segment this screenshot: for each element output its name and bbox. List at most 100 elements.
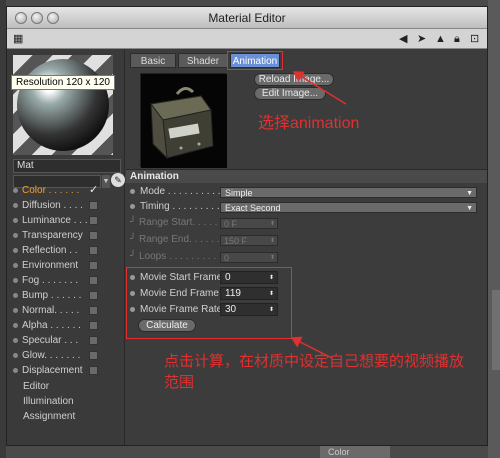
channel-checkbox[interactable] xyxy=(89,216,98,225)
up-arrow-icon[interactable]: ▲ xyxy=(435,32,446,46)
channel-item[interactable]: Luminance . . . xyxy=(13,213,121,228)
channel-item[interactable]: Glow. . . . . . . xyxy=(13,348,121,363)
timing-dropdown[interactable]: Exact Second ▼ xyxy=(220,202,477,213)
channel-item[interactable]: Diffusion . . . . xyxy=(13,198,121,213)
channel-editor[interactable]: Editor xyxy=(23,381,49,392)
reload-image-button[interactable]: Reload Image... xyxy=(254,73,334,86)
channel-label: Reflection . . xyxy=(22,245,78,256)
channel-dot-icon xyxy=(13,352,18,358)
channel-label: Glow. . . . . . . xyxy=(22,350,81,361)
channel-item[interactable]: Bump . . . . . . xyxy=(13,288,121,303)
loops-label: ╯ Loops . . . . . . . . . . xyxy=(130,251,222,262)
range-end-field: 150 F ⬍ xyxy=(220,235,278,246)
dropdown-arrow-icon: ▼ xyxy=(466,205,473,212)
channel-label: Specular . . . xyxy=(22,335,79,346)
loops-field: 0 ⬍ xyxy=(220,252,278,263)
edit-image-button[interactable]: Edit Image... xyxy=(254,87,326,100)
channel-checkbox[interactable] xyxy=(89,261,98,270)
channel-checkbox[interactable] xyxy=(89,246,98,255)
channel-item[interactable]: Displacement xyxy=(13,363,121,378)
channel-checkbox[interactable] xyxy=(89,201,98,210)
channel-checkbox[interactable] xyxy=(89,336,98,345)
briefcase-image xyxy=(141,74,227,168)
channel-label: Transparency xyxy=(22,230,83,241)
movie-rate-field[interactable]: 30 ⬍ xyxy=(220,303,278,316)
range-start-label: ╯ Range Start. . . . . . xyxy=(130,217,223,228)
channel-dot-icon xyxy=(13,187,18,193)
background-color-tab: Color xyxy=(320,446,390,458)
range-start-field: 0 F ⬍ xyxy=(220,218,278,229)
channel-checkbox[interactable] xyxy=(89,306,98,315)
animation-section-header: Animation xyxy=(126,169,487,183)
channel-dot-icon xyxy=(13,337,18,343)
background-window-edge xyxy=(488,0,500,458)
expand-icon[interactable]: ⊡ xyxy=(470,32,479,46)
movie-end-label: Movie End Frame xyxy=(130,287,219,301)
tab-shader[interactable]: Shader xyxy=(178,53,228,68)
movie-rate-label: Movie Frame Rate xyxy=(130,303,222,317)
tab-basic[interactable]: Basic xyxy=(130,53,176,68)
calculate-button[interactable]: Calculate xyxy=(138,319,196,332)
channel-label: Normal. . . . . xyxy=(22,305,80,316)
channel-dot-icon xyxy=(13,232,18,238)
movie-start-label: Movie Start Frame xyxy=(130,271,222,285)
range-end-label: ╯ Range End. . . . . . . xyxy=(130,234,226,245)
channel-label: Fog . . . . . . . xyxy=(22,275,79,286)
channel-dot-icon xyxy=(13,277,18,283)
texture-thumbnail xyxy=(140,73,227,168)
dropdown-arrow-icon: ▼ xyxy=(466,190,473,197)
channel-label: Color . . . . . . xyxy=(22,185,80,196)
material-editor-window: Material Editor ▦ ◀ ➤ ▲ 🔒︎ ⊡ Resolution … xyxy=(6,6,488,446)
channel-checkbox[interactable] xyxy=(89,321,98,330)
annotation-calc-note: 点击计算，在材质中设定自己想要的视频播放范围 xyxy=(164,353,465,391)
channel-checkbox[interactable] xyxy=(89,291,98,300)
channel-checkbox[interactable] xyxy=(89,231,98,240)
channel-assignment[interactable]: Assignment xyxy=(23,411,75,422)
channel-illumination[interactable]: Illumination xyxy=(23,396,74,407)
channel-item[interactable]: Specular . . . xyxy=(13,333,121,348)
channel-checkbox[interactable] xyxy=(89,276,98,285)
cursor-icon[interactable]: ➤ xyxy=(417,32,426,46)
resolution-tooltip: Resolution 120 x 120 xyxy=(11,75,115,90)
channel-checkbox[interactable] xyxy=(89,366,98,375)
channel-label: Luminance . . . xyxy=(22,215,88,226)
channel-settings-panel: Basic Shader Animation Reload Image... E… xyxy=(126,49,487,445)
channel-dot-icon xyxy=(13,247,18,253)
channel-checkbox[interactable] xyxy=(89,351,98,360)
channel-label: Displacement xyxy=(22,365,83,376)
channel-label: Bump . . . . . . xyxy=(22,290,82,301)
mode-dropdown[interactable]: Simple ▼ xyxy=(220,187,477,198)
timing-label: Timing . . . . . . . . . . xyxy=(130,200,225,214)
channel-item[interactable]: Environment xyxy=(13,258,121,273)
material-preview[interactable] xyxy=(13,55,113,155)
channel-item[interactable]: Alpha . . . . . . xyxy=(13,318,121,333)
channel-dot-icon xyxy=(13,367,18,373)
channel-dot-icon xyxy=(13,322,18,328)
channel-dot-icon xyxy=(13,217,18,223)
title-bar: Material Editor xyxy=(7,7,487,29)
channel-item[interactable]: Normal. . . . . xyxy=(13,303,121,318)
channel-item[interactable]: Reflection . . xyxy=(13,243,121,258)
movie-start-field[interactable]: 0 ⬍ xyxy=(220,271,278,284)
window-title: Material Editor xyxy=(208,11,286,25)
channel-dot-icon xyxy=(13,307,18,313)
channel-item[interactable]: Transparency xyxy=(13,228,121,243)
channel-checkbox[interactable]: ✓ xyxy=(89,185,98,196)
material-name-field[interactable]: Mat xyxy=(13,159,121,173)
grid-icon[interactable]: ▦ xyxy=(13,32,23,46)
arrow-left-icon[interactable]: ◀ xyxy=(399,32,407,46)
channel-sidebar: Resolution 120 x 120 Mat ▼ ✎ Color . . .… xyxy=(7,49,125,445)
channel-dot-icon xyxy=(13,262,18,268)
channel-label: Environment xyxy=(22,260,79,271)
toolbar: ▦ ◀ ➤ ▲ 🔒︎ ⊡ xyxy=(7,29,487,49)
channel-dot-icon xyxy=(13,202,18,208)
movie-end-field[interactable]: 119 ⬍ xyxy=(220,287,278,300)
annotation-highlight-box xyxy=(227,51,283,70)
lock-icon[interactable]: 🔒︎ xyxy=(454,32,460,46)
mode-label: Mode . . . . . . . . . . . xyxy=(130,185,226,199)
channel-dot-icon xyxy=(13,292,18,298)
channel-label: Alpha . . . . . . xyxy=(22,320,81,331)
channel-item[interactable]: Color . . . . . . ✓ xyxy=(13,183,121,198)
channel-item[interactable]: Fog . . . . . . . xyxy=(13,273,121,288)
annotation-select-animation: 选择animation xyxy=(258,115,360,132)
